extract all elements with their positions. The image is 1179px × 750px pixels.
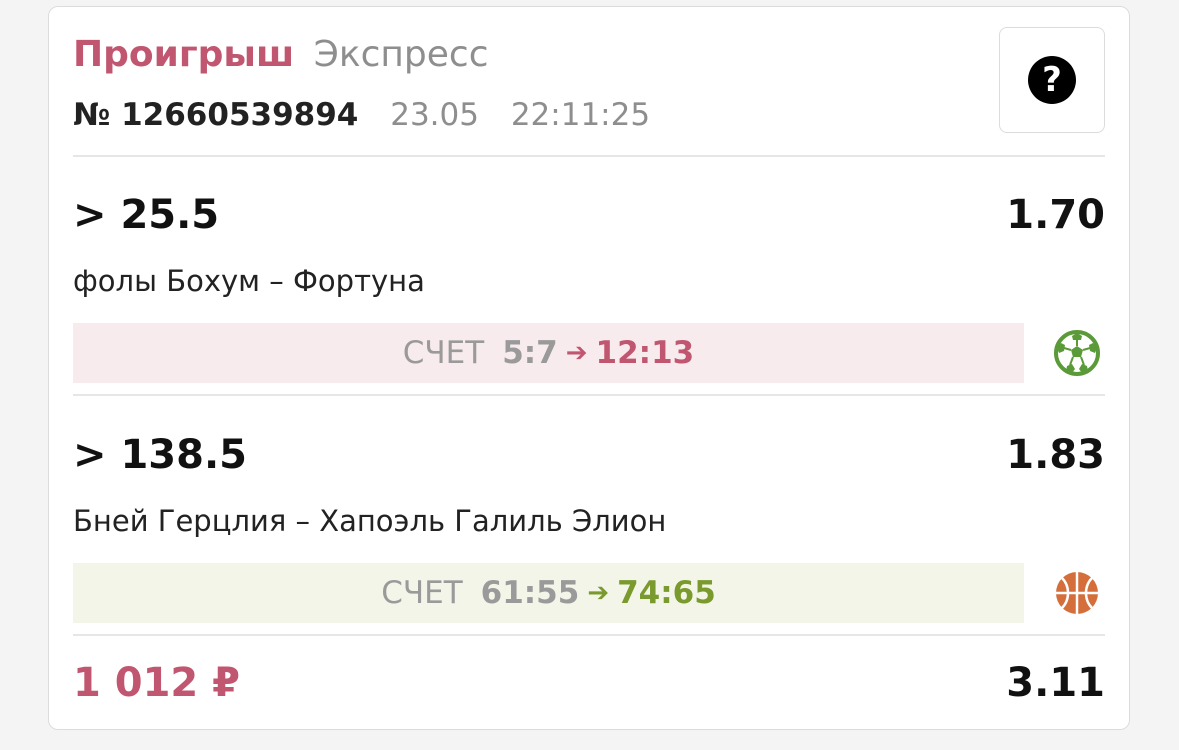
- event-odds: 1.83: [1006, 432, 1105, 478]
- event-name: фолы Бохум – Фортуна: [73, 264, 425, 298]
- help-button[interactable]: ?: [999, 27, 1105, 133]
- bet-footer: 1 012 ₽ 3.11: [73, 647, 1105, 717]
- score-start: 5:7: [502, 335, 558, 371]
- divider: [73, 155, 1105, 157]
- event-item[interactable]: > 138.5 1.83 Бней Герцлия – Хапоэль Гали…: [73, 407, 1105, 627]
- divider: [73, 394, 1105, 396]
- score-bar: СЧЕТ 61:55 ➔ 74:65: [73, 563, 1024, 623]
- score-bar: СЧЕТ 5:7 ➔ 12:13: [73, 323, 1024, 383]
- soccer-ball-icon: [1054, 330, 1100, 376]
- score-label: СЧЕТ: [381, 575, 463, 611]
- event-item[interactable]: > 25.5 1.70 фолы Бохум – Фортуна СЧЕТ 5:…: [73, 167, 1105, 387]
- event-name: Бней Герцлия – Хапоэль Галиль Элион: [73, 504, 667, 538]
- score-end: 12:13: [595, 335, 695, 371]
- event-odds: 1.70: [1006, 192, 1105, 238]
- event-outcome: > 25.5: [73, 192, 220, 238]
- arrow-right-icon: ➔: [565, 338, 588, 368]
- stake-amount: 1 012 ₽: [73, 660, 241, 706]
- bet-card: Проигрыш Экспресс № 12660539894 23.05 22…: [48, 6, 1130, 730]
- bet-title: Проигрыш Экспресс: [73, 33, 488, 77]
- bet-type: Экспресс: [313, 34, 489, 75]
- question-circle-icon: ?: [1028, 56, 1076, 104]
- score-start: 61:55: [480, 575, 580, 611]
- bet-header: Проигрыш Экспресс № 12660539894 23.05 22…: [73, 7, 1105, 157]
- score-label: СЧЕТ: [402, 335, 485, 371]
- arrow-right-icon: ➔: [587, 578, 610, 608]
- score-end: 74:65: [617, 575, 716, 611]
- bet-time: 22:11:25: [510, 97, 651, 133]
- bet-date: 23.05: [390, 97, 479, 133]
- basketball-icon: [1056, 572, 1098, 614]
- total-odds: 3.11: [1006, 660, 1105, 706]
- bet-status: Проигрыш: [73, 34, 295, 75]
- divider: [73, 634, 1105, 636]
- bet-meta: № 12660539894 23.05 22:11:25: [73, 95, 650, 135]
- event-outcome: > 138.5: [73, 432, 247, 478]
- bet-number: № 12660539894: [73, 97, 359, 133]
